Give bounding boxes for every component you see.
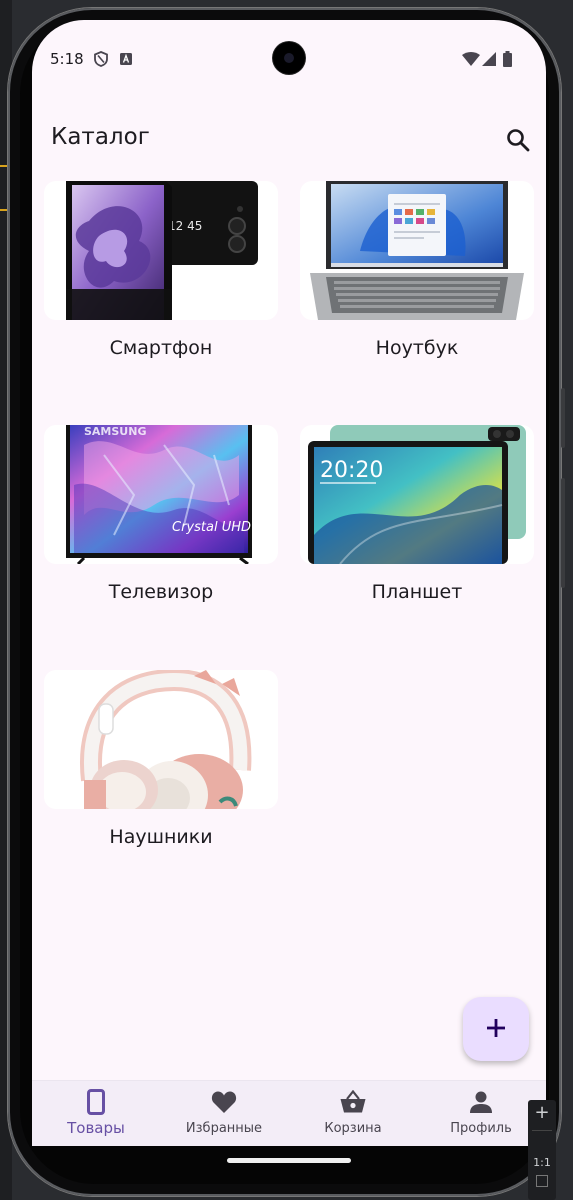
heart-icon bbox=[211, 1091, 237, 1113]
zoom-in-icon[interactable]: + bbox=[528, 1100, 556, 1126]
product-image-tv: SAMSUNG Crystal UHD bbox=[44, 425, 278, 564]
product-label: Наушники bbox=[109, 826, 213, 848]
cellular-signal-icon bbox=[482, 52, 496, 66]
plus-icon bbox=[487, 1019, 505, 1037]
zoom-reset-button[interactable]: 1:1 bbox=[528, 1153, 556, 1173]
search-icon[interactable] bbox=[504, 126, 532, 154]
status-bar: 5:18 bbox=[32, 20, 546, 100]
person-icon bbox=[470, 1091, 492, 1113]
nav-item-profile[interactable]: Профиль bbox=[417, 1087, 545, 1136]
home-gesture-bar[interactable] bbox=[227, 1158, 351, 1163]
emulator-zoom-control: + 1:1 bbox=[528, 1100, 556, 1200]
product-label: Смартфон bbox=[109, 337, 213, 359]
phone-cover-clock: 12 45 bbox=[168, 219, 202, 233]
battery-icon bbox=[503, 51, 512, 67]
tv-caption-text: Crystal UHD bbox=[172, 520, 251, 535]
product-label: Ноутбук bbox=[375, 337, 459, 359]
zoom-out-icon[interactable] bbox=[528, 1135, 556, 1153]
add-product-fab[interactable] bbox=[463, 997, 529, 1061]
nav-label: Профиль bbox=[450, 1121, 512, 1136]
product-card-smartphone[interactable]: 12 45 Смартфон bbox=[44, 181, 278, 359]
product-image-tablet: 20:20 bbox=[300, 425, 534, 564]
nav-label: Избранные bbox=[185, 1121, 263, 1136]
tablet-clock-text: 20:20 bbox=[320, 458, 383, 483]
nav-label: Корзина bbox=[324, 1121, 382, 1136]
bottom-navigation: Товары Избранные Корзина Профиль bbox=[32, 1080, 546, 1146]
nav-item-cart[interactable]: Корзина bbox=[289, 1087, 417, 1136]
nav-label: Товары bbox=[67, 1119, 125, 1137]
product-card-laptop[interactable]: Ноутбук bbox=[300, 181, 534, 359]
product-image-laptop bbox=[300, 181, 534, 320]
wifi-icon bbox=[462, 52, 480, 66]
nav-item-products[interactable]: Товары bbox=[32, 1087, 160, 1137]
volume-button bbox=[561, 388, 565, 448]
product-card-tv[interactable]: SAMSUNG Crystal UHD Телевизор bbox=[44, 425, 278, 603]
shopping-basket-icon bbox=[340, 1090, 366, 1113]
product-card-tablet[interactable]: 20:20 Планшет bbox=[300, 425, 534, 603]
fit-screen-icon[interactable] bbox=[536, 1175, 548, 1187]
app-screen: 5:18 Каталог 12 45 Смартфон Ноутбук SAMS… bbox=[32, 20, 546, 1146]
status-time: 5:18 bbox=[50, 50, 84, 68]
nav-item-favorites[interactable]: Избранные bbox=[160, 1087, 288, 1136]
front-camera bbox=[273, 42, 305, 74]
tv-brand-text: SAMSUNG bbox=[84, 425, 146, 438]
power-button bbox=[561, 478, 565, 588]
shield-icon bbox=[94, 51, 108, 67]
divider bbox=[532, 1130, 552, 1131]
keyboard-a-icon bbox=[120, 53, 132, 65]
product-label: Планшет bbox=[371, 581, 463, 603]
product-card-headphones[interactable]: Наушники bbox=[44, 670, 278, 848]
product-label: Телевизор bbox=[108, 581, 214, 603]
page-title: Каталог bbox=[51, 124, 150, 150]
product-image-headphones bbox=[44, 670, 278, 809]
smartphone-icon bbox=[87, 1089, 105, 1115]
product-image-smartphone: 12 45 bbox=[44, 181, 278, 320]
